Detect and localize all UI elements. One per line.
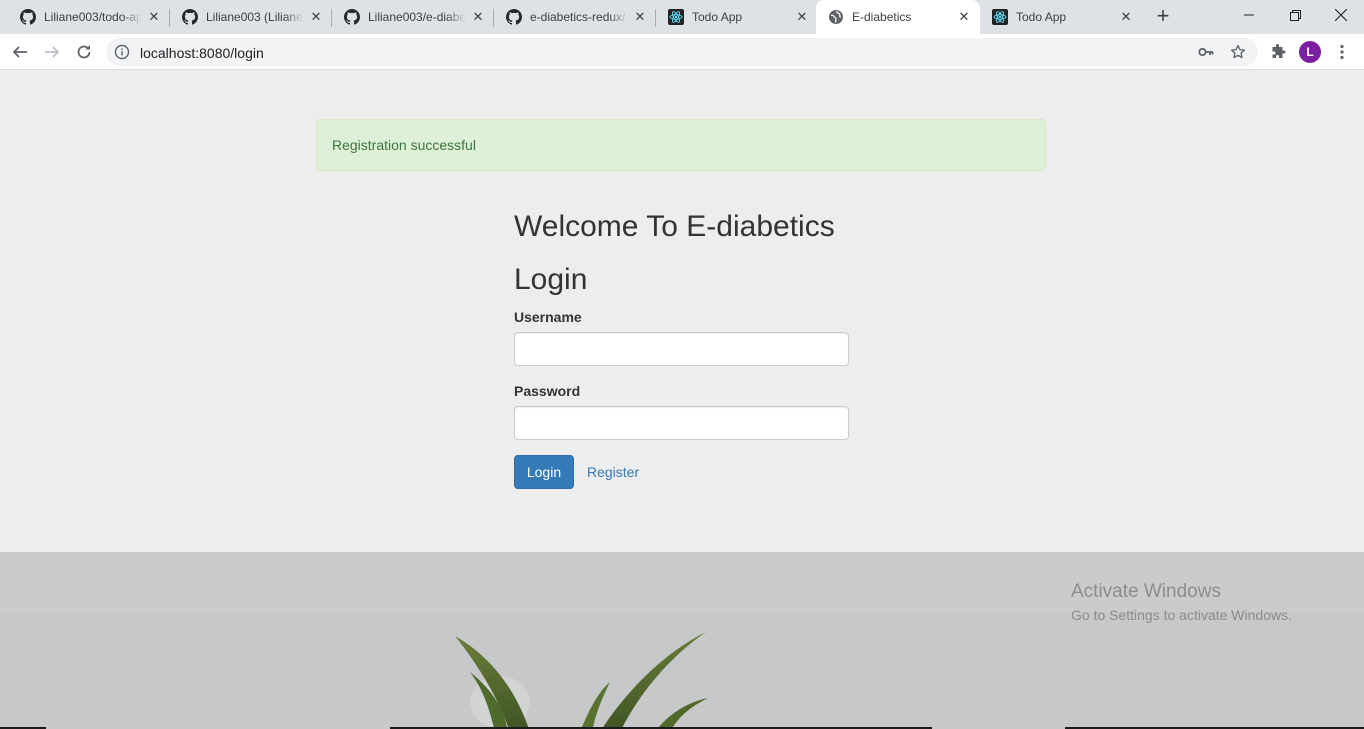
arrow-right-icon [45, 46, 60, 58]
username-label: Username [514, 309, 582, 325]
github-icon [344, 9, 360, 25]
new-tab-button[interactable]: + [1150, 5, 1176, 29]
star-icon[interactable] [1230, 44, 1246, 60]
tab-title: Todo App [1016, 10, 1067, 24]
password-label: Password [514, 383, 581, 399]
close-icon[interactable]: ✕ [470, 9, 486, 25]
globe-icon [828, 9, 844, 25]
url-text[interactable]: localhost:8080/login [140, 45, 264, 61]
tab-github-ediabetics[interactable]: Liliane003/e-diabe ✕ [332, 0, 494, 34]
reload-icon [77, 45, 91, 59]
tab-todo-app-1[interactable]: Todo App ✕ [656, 0, 818, 34]
kebab-menu-icon [1340, 44, 1344, 60]
arrow-left-icon [12, 46, 27, 58]
login-button[interactable]: Login [514, 455, 574, 489]
tab-title: Liliane003/todo-ap [44, 10, 142, 24]
address-bar[interactable]: localhost:8080/login [106, 38, 1258, 66]
tab-github-profile[interactable]: Liliane003 (Liliane ✕ [170, 0, 332, 34]
close-icon[interactable]: ✕ [794, 9, 810, 25]
restore-icon [1289, 9, 1301, 21]
windows-activation-watermark: Activate Windows Go to Settings to activ… [1071, 581, 1292, 623]
close-icon[interactable]: ✕ [146, 9, 162, 25]
browser-toolbar: localhost:8080/login L [0, 34, 1364, 70]
tab-title: E-diabetics [852, 10, 912, 24]
github-icon [506, 9, 522, 25]
tab-todo-app-2[interactable]: Todo App ✕ [980, 0, 1142, 34]
page-content: Registration successful Welcome To E-dia… [0, 71, 1364, 729]
success-alert: Registration successful [316, 119, 1046, 171]
password-input[interactable] [514, 406, 849, 440]
key-icon[interactable] [1198, 44, 1214, 60]
tab-title: Todo App [692, 10, 743, 24]
watermark-title: Activate Windows [1071, 581, 1221, 602]
close-icon[interactable]: ✕ [632, 9, 648, 25]
aloe-plant-illustration [0, 552, 1364, 729]
close-icon[interactable]: ✕ [956, 9, 972, 25]
tab-github-redux[interactable]: e-diabetics-redux/ ✕ [494, 0, 656, 34]
register-link[interactable]: Register [587, 464, 639, 480]
restore-button[interactable] [1272, 0, 1318, 30]
close-window-button[interactable] [1318, 0, 1364, 30]
welcome-heading: Welcome To E-diabetics [514, 210, 835, 243]
reload-button[interactable] [70, 38, 98, 66]
puzzle-icon [1272, 44, 1286, 58]
tab-title: e-diabetics-redux/ [530, 10, 626, 24]
minimize-icon [1244, 14, 1254, 16]
tab-ediabetics-active[interactable]: E-diabetics ✕ [816, 0, 980, 34]
react-icon [992, 9, 1008, 25]
profile-avatar[interactable]: L [1299, 41, 1321, 63]
watermark-subtitle: Go to Settings to activate Windows. [1071, 607, 1292, 623]
forward-button[interactable] [38, 38, 66, 66]
hero-plant-image [0, 552, 1364, 729]
menu-button[interactable] [1332, 42, 1352, 62]
close-icon[interactable]: ✕ [1118, 9, 1134, 25]
username-input[interactable] [514, 332, 849, 366]
extensions-button[interactable] [1268, 42, 1288, 62]
info-icon[interactable] [114, 44, 130, 60]
react-icon [668, 9, 684, 25]
tab-title: Liliane003/e-diabe [368, 10, 466, 24]
minimize-button[interactable] [1226, 0, 1272, 30]
close-icon [1335, 9, 1347, 21]
tab-title: Liliane003 (Liliane [206, 10, 303, 24]
tab-strip: Liliane003/todo-ap ✕ Liliane003 (Liliane… [0, 0, 1364, 34]
back-button[interactable] [6, 38, 34, 66]
login-heading: Login [514, 263, 588, 296]
tab-github-todo[interactable]: Liliane003/todo-ap ✕ [8, 0, 170, 34]
github-icon [20, 9, 36, 25]
close-icon[interactable]: ✕ [308, 9, 324, 25]
github-icon [182, 9, 198, 25]
